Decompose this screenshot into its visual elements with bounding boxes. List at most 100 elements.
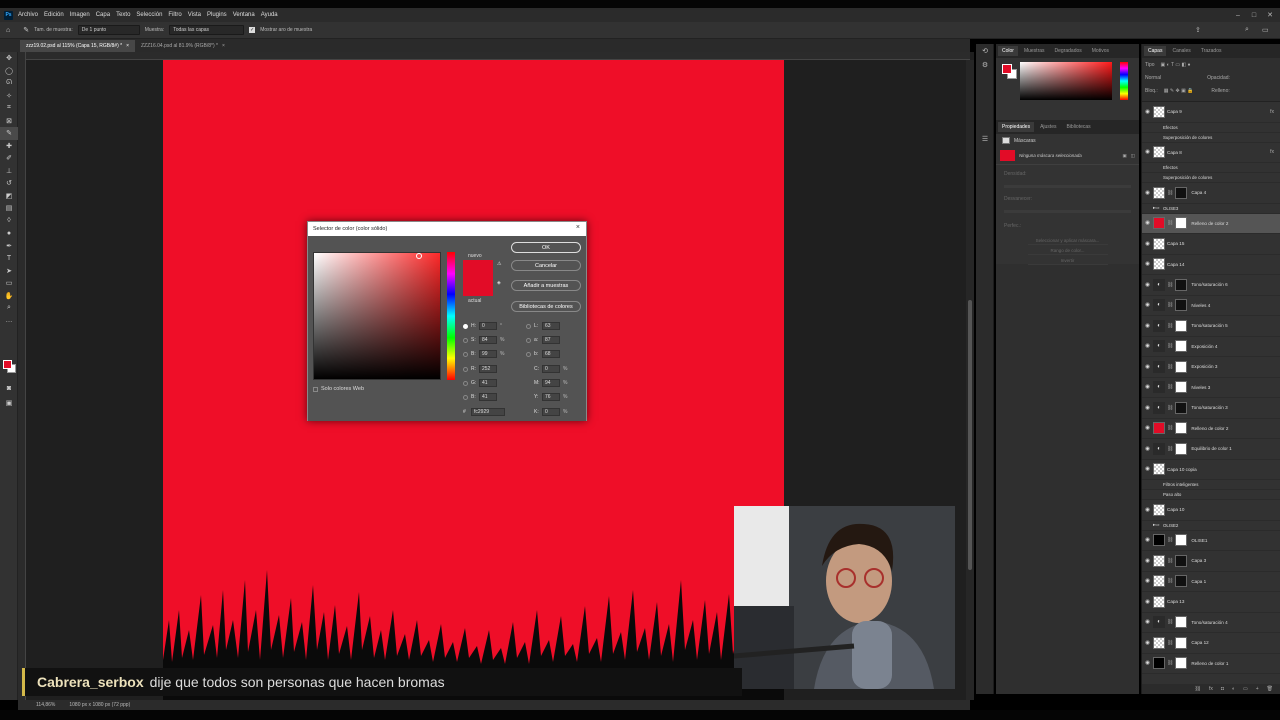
layer-row[interactable]: Superposición de colores xyxy=(1142,133,1280,143)
chain-icon[interactable]: ⛓ xyxy=(1167,302,1173,308)
maximize-icon[interactable]: □ xyxy=(1246,8,1262,22)
visibility-eye-icon[interactable]: ◉ xyxy=(1142,220,1153,226)
tab-propiedades[interactable]: Propiedades xyxy=(998,122,1035,132)
home-icon[interactable]: ⌂ xyxy=(6,27,10,34)
scrollbar-thumb[interactable] xyxy=(968,300,972,570)
layer-thumbnail[interactable]: ◐ xyxy=(1153,616,1165,629)
hex-field[interactable]: # fc2929 xyxy=(463,408,508,416)
link-layers-icon[interactable]: ⛓ xyxy=(1195,686,1201,692)
layer-row[interactable]: ◉ Capa 14 xyxy=(1142,255,1280,275)
chain-icon[interactable]: ⛓ xyxy=(1167,190,1173,196)
layer-row[interactable]: ◉ Capa 8 fx xyxy=(1142,143,1280,163)
close-tab-icon[interactable]: × xyxy=(126,43,129,49)
visibility-eye-icon[interactable]: ◉ xyxy=(1142,578,1153,584)
layer-mask-thumbnail[interactable] xyxy=(1175,534,1188,547)
layer-row[interactable]: Efectos xyxy=(1142,123,1280,133)
visibility-eye-icon[interactable]: ◉ xyxy=(1142,149,1153,155)
tab-color[interactable]: Color xyxy=(998,46,1018,56)
layer-mask-thumbnail[interactable] xyxy=(1175,401,1188,414)
share-icon[interactable]: ⇪ xyxy=(1195,26,1201,34)
layer-thumbnail[interactable] xyxy=(1153,657,1165,670)
layer-row[interactable]: Filtros inteligentes xyxy=(1142,480,1280,490)
chain-icon[interactable]: ⛓ xyxy=(1167,405,1173,411)
eraser-tool-icon[interactable]: ◩ xyxy=(0,190,18,203)
layer-thumbnail[interactable] xyxy=(1153,636,1165,649)
type-tool-icon[interactable]: T xyxy=(0,252,18,265)
dodge-tool-icon[interactable]: ● xyxy=(0,227,18,240)
add-mask-icon[interactable]: ◘ xyxy=(1221,686,1224,692)
visibility-eye-icon[interactable]: ◉ xyxy=(1142,425,1153,431)
visibility-eye-icon[interactable]: ◉ xyxy=(1142,405,1153,411)
history-panel-icon[interactable]: ⟲ xyxy=(976,44,994,58)
new-layer-icon[interactable]: + xyxy=(1256,686,1259,692)
visibility-eye-icon[interactable]: ◉ xyxy=(1142,302,1153,308)
chain-icon[interactable]: ⛓ xyxy=(1167,578,1173,584)
fx-icon[interactable]: fx xyxy=(1209,686,1213,692)
history-brush-tool-icon[interactable]: ↺ xyxy=(0,177,18,190)
layer-row[interactable]: ◉ Capa 9 fx xyxy=(1142,102,1280,123)
visibility-eye-icon[interactable]: ◉ xyxy=(1142,640,1153,646)
web-colors-only[interactable]: Solo colores Web xyxy=(313,386,364,392)
tab-muestras[interactable]: Muestras xyxy=(1020,46,1049,56)
layer-thumbnail[interactable] xyxy=(1153,146,1165,159)
blend-mode-select[interactable]: Normal xyxy=(1145,75,1161,81)
visibility-eye-icon[interactable]: ◉ xyxy=(1142,558,1153,564)
color-field[interactable] xyxy=(1020,62,1112,100)
layer-mask-thumbnail[interactable] xyxy=(1175,554,1188,567)
layer-thumbnail[interactable] xyxy=(1153,503,1165,516)
select-mask-button[interactable]: Seleccionar y aplicar máscara... xyxy=(1027,237,1108,245)
lock-icons[interactable]: ▦ ✎ ✥ ▣ 🔒 xyxy=(1164,88,1194,94)
color-cursor[interactable] xyxy=(416,253,422,259)
cancel-button[interactable]: Cancelar xyxy=(511,260,581,271)
add-pixel-mask-icon[interactable]: ▣ xyxy=(1122,153,1126,159)
layer-row[interactable]: ◉ ◐ ⛓ Niveles 4 xyxy=(1142,296,1280,316)
tab-bibliotecas[interactable]: Bibliotecas xyxy=(1062,122,1094,132)
tab-zzz16[interactable]: ZZZ16.04.psd al 81.9% (RGB/8*) * × xyxy=(135,40,231,52)
chain-icon[interactable]: ⛓ xyxy=(1167,660,1173,666)
a-field[interactable]: a: 87 xyxy=(526,336,563,344)
layer-mask-thumbnail[interactable] xyxy=(1175,616,1188,629)
brush-tool-icon[interactable]: ✐ xyxy=(0,152,18,165)
layer-row[interactable]: ◉ ⛓ Relleno de color 2 xyxy=(1142,213,1280,234)
layer-thumbnail[interactable]: ◐ xyxy=(1153,319,1165,332)
layer-row[interactable]: ◉ ◐ ⛓ Tono/saturación 3 xyxy=(1142,398,1280,419)
filter-icons[interactable]: ▣ ◐ T ▭ ◧ ● xyxy=(1161,62,1191,68)
layer-row[interactable]: ◉ Capa 10 xyxy=(1142,500,1280,521)
chain-icon[interactable]: ⛓ xyxy=(1167,446,1173,452)
new-group-icon[interactable]: ▭ xyxy=(1243,686,1248,692)
layer-mask-thumbnail[interactable] xyxy=(1175,636,1188,649)
invert-button[interactable]: Invertir xyxy=(1027,257,1108,265)
move-tool-icon[interactable]: ✥ xyxy=(0,52,18,65)
shape-tool-icon[interactable]: ▭ xyxy=(0,277,18,290)
crop-tool-icon[interactable]: ⌗ xyxy=(0,102,18,115)
layer-row[interactable]: ◉ ◐ ⛓ Tono/saturación 6 xyxy=(1142,275,1280,296)
eyedropper-tool-icon[interactable]: ✎ xyxy=(23,26,29,34)
layer-thumbnail[interactable] xyxy=(1153,595,1165,608)
layer-row[interactable]: ◉ ⛓ Capa 12 xyxy=(1142,633,1280,654)
layer-thumbnail[interactable]: ◐ xyxy=(1153,340,1165,353)
workspace-icon[interactable]: ▭ xyxy=(1262,26,1269,34)
h-field[interactable]: H: 0 ° xyxy=(463,322,502,330)
density-slider[interactable] xyxy=(1004,185,1131,188)
add-to-swatches-button[interactable]: Añadir a muestras xyxy=(511,280,581,291)
c-field[interactable]: C: 0% xyxy=(534,365,567,373)
filter-kind-select[interactable]: Tipo xyxy=(1145,62,1155,68)
gradient-tool-icon[interactable]: ▤ xyxy=(0,202,18,215)
show-ring-checkbox[interactable]: ✓ xyxy=(249,27,256,33)
blue-field[interactable]: B: 41 xyxy=(463,393,500,401)
quick-mask-icon[interactable]: ◙ xyxy=(0,382,18,395)
stamp-tool-icon[interactable]: ⊥ xyxy=(0,165,18,178)
layer-mask-thumbnail[interactable] xyxy=(1175,186,1188,199)
chain-icon[interactable]: ⛓ xyxy=(1167,619,1173,625)
marquee-tool-icon[interactable]: ◯ xyxy=(0,65,18,78)
menu-filtro[interactable]: Filtro xyxy=(168,12,181,18)
layer-thumbnail[interactable] xyxy=(1153,422,1165,435)
layer-row[interactable]: ◉ ⛓ OLISE1 xyxy=(1142,531,1280,551)
zoom-tool-icon[interactable]: ⌕ xyxy=(0,302,18,315)
visibility-eye-icon[interactable]: ◉ xyxy=(1142,446,1153,452)
layer-row[interactable]: Paso alto xyxy=(1142,490,1280,500)
search-icon[interactable]: ⌕ xyxy=(1245,26,1249,34)
m-field[interactable]: M: 94% xyxy=(534,379,567,387)
hand-tool-icon[interactable]: ✋ xyxy=(0,290,18,303)
layer-thumbnail[interactable] xyxy=(1153,463,1165,476)
